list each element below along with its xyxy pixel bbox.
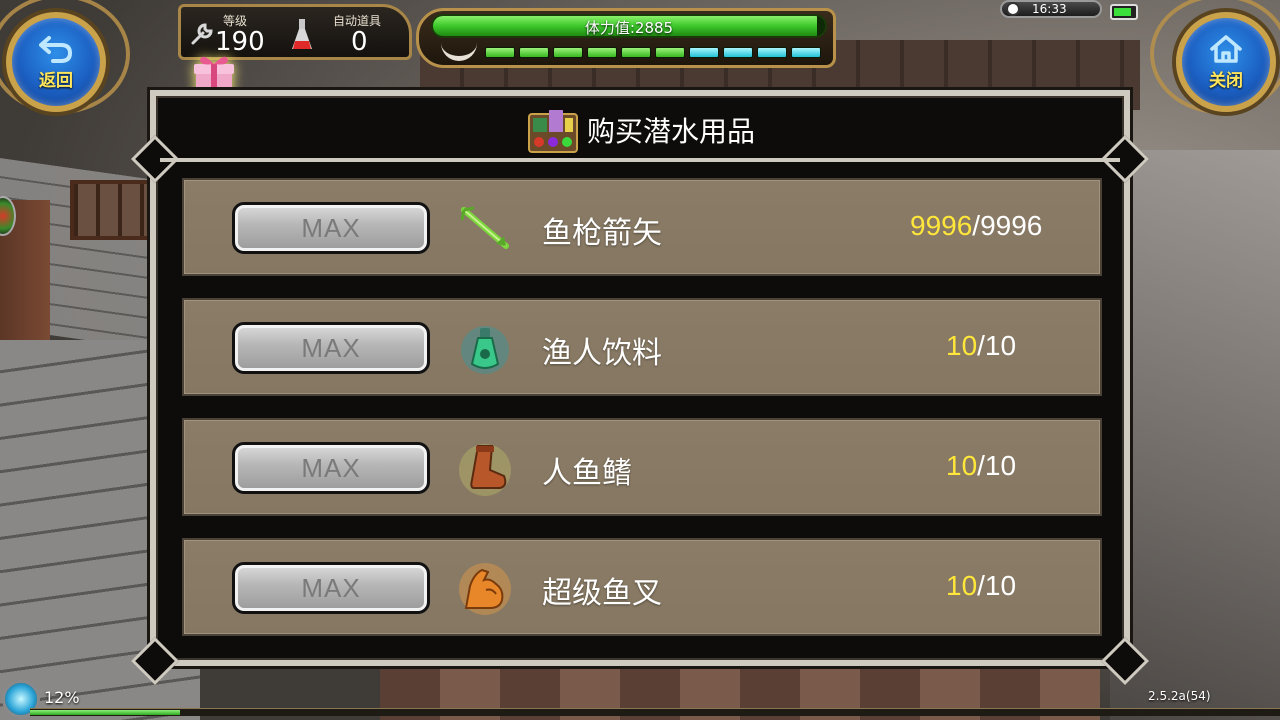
energy-segment <box>519 47 549 58</box>
energy-segment <box>757 47 787 58</box>
clock-box: 16:33 <box>1000 0 1102 18</box>
battery-icon <box>1110 4 1138 20</box>
back-arrow-icon <box>39 35 72 63</box>
title-divider <box>160 158 1120 162</box>
item-count: 10/10 <box>946 570 1016 602</box>
energy-segment <box>723 47 753 58</box>
battery-level <box>1114 8 1131 16</box>
max-button[interactable]: MAX <box>232 322 430 374</box>
potion-bottle-icon <box>461 326 509 374</box>
item-count-max: /10 <box>977 330 1017 361</box>
shop-panel: 购买潜水用品 MAX 鱼枪箭矢 9996/9996 MAX 渔人饮料 10/10… <box>130 87 1150 686</box>
scene-rock-right <box>1110 150 1280 720</box>
scene-window <box>70 180 160 240</box>
boot-icon <box>459 444 511 496</box>
home-icon <box>1210 34 1242 63</box>
shop-stall-icon <box>527 110 578 153</box>
item-name: 人鱼鳍 <box>542 456 632 491</box>
stamina-bar: 体力值:2885 <box>431 14 827 38</box>
back-button[interactable]: 返回 <box>6 12 106 112</box>
max-button[interactable]: MAX <box>232 562 430 614</box>
panel-title: 购买潜水用品 <box>156 104 1124 156</box>
item-name: 超级鱼叉 <box>542 576 662 611</box>
close-button-label: 关闭 <box>1209 70 1243 91</box>
list-item: MAX 人鱼鳍 10/10 <box>182 418 1102 516</box>
close-button[interactable]: 关闭 <box>1176 12 1276 112</box>
panel-title-text: 购买潜水用品 <box>586 115 755 148</box>
max-button[interactable]: MAX <box>232 202 430 254</box>
list-item: MAX 超级鱼叉 10/10 <box>182 538 1102 636</box>
item-count: 10/10 <box>946 330 1016 362</box>
muscle-arm-icon <box>459 563 511 615</box>
item-count-max: /10 <box>977 450 1017 481</box>
item-count-max: /10 <box>977 570 1017 601</box>
stamina-text: 体力值:2885 <box>584 19 674 37</box>
item-count-current: 9996 <box>910 210 973 241</box>
item-count: 9996/9996 <box>910 210 1042 242</box>
item-count-current: 10 <box>946 330 978 361</box>
potion-icon <box>292 19 312 49</box>
experience-bar <box>30 708 1280 716</box>
energy-segment <box>485 47 515 58</box>
item-count-current: 10 <box>946 450 978 481</box>
item-count-current: 10 <box>946 570 978 601</box>
auto-item-value: 0 <box>351 27 368 57</box>
version-label: 2.5.2a(54) <box>1148 689 1211 703</box>
item-name: 渔人饮料 <box>542 336 662 371</box>
clock-icon <box>1006 2 1020 16</box>
energy-segments <box>485 47 821 58</box>
item-list: MAX 鱼枪箭矢 9996/9996 MAX 渔人饮料 10/10 MAX 人鱼… <box>182 178 1102 636</box>
clock-time: 16:33 <box>1032 2 1067 16</box>
item-name: 鱼枪箭矢 <box>542 216 662 251</box>
stamina-frame: 体力值:2885 <box>416 8 836 68</box>
energy-segment <box>655 47 685 58</box>
energy-segment <box>587 47 617 58</box>
arrow-icon <box>460 206 509 249</box>
list-item: MAX 渔人饮料 10/10 <box>182 298 1102 396</box>
max-button[interactable]: MAX <box>232 442 430 494</box>
experience-fill <box>30 710 180 715</box>
wrench-icon <box>191 23 213 45</box>
item-count: 10/10 <box>946 450 1016 482</box>
energy-segment <box>791 47 821 58</box>
list-item: MAX 鱼枪箭矢 9996/9996 <box>182 178 1102 276</box>
energy-segment <box>553 47 583 58</box>
experience-percent: 12% <box>44 688 80 707</box>
energy-segment <box>621 47 651 58</box>
moon-icon <box>441 39 477 61</box>
energy-segment <box>689 47 719 58</box>
item-count-max: /9996 <box>972 210 1043 241</box>
back-button-label: 返回 <box>39 70 73 91</box>
